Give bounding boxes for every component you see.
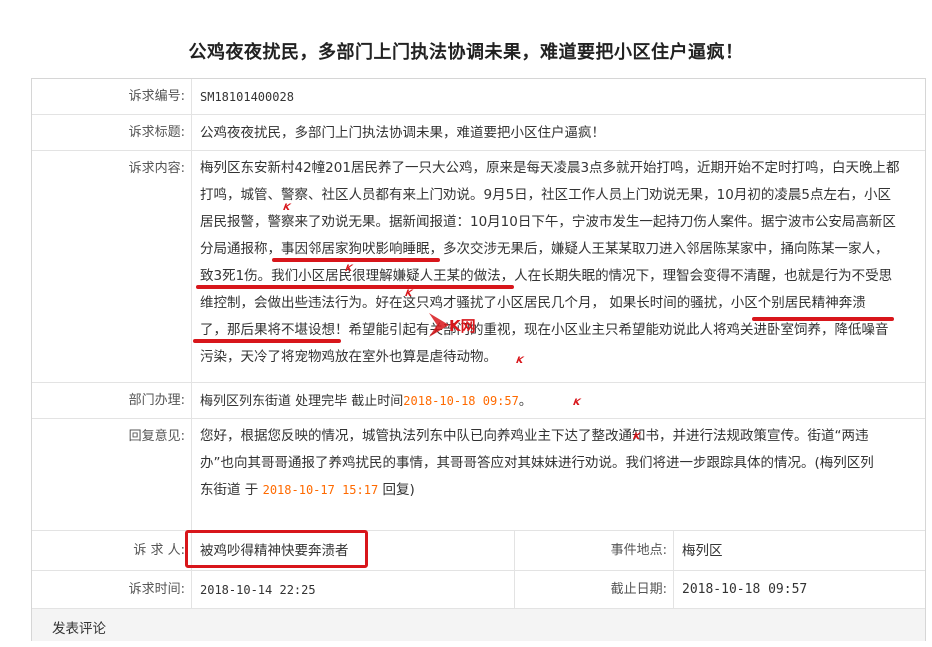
petitioner-highlight-box	[185, 530, 368, 568]
content-line: 打鸣，城管、警察、社区人员都有来上门劝说。9月5日，社区工作人员上门劝说无果，1…	[200, 187, 891, 203]
row-department-handling: 部门办理: 梅列区列东街道 处理完毕 截止时间2018-10-18 09:57。	[32, 383, 925, 419]
content-line: 梅列区东安新村42幢201居民养了一只大公鸡，原来是每天凌晨3点多就开始打鸣，近…	[200, 160, 900, 176]
row-petition-content: 诉求内容: 梅列区东安新村42幢201居民养了一只大公鸡，原来是每天凌晨3点多就…	[32, 151, 925, 383]
reply-tail-prefix: 东街道 于	[200, 482, 263, 498]
reply-text: 您好，根据您反映的情况，城管执法列东中队已向养鸡业主下达了整改通知书，并进行法规…	[200, 423, 915, 504]
watermark-logo-icon: K网	[429, 313, 476, 337]
content-line: 污染，天冷了将宠物鸡放在室外也算是虐待动物。	[200, 349, 497, 365]
row-petitioner-location: 诉 求 人: 被鸡吵得精神快要奔溃者 事件地点: 梅列区	[32, 531, 925, 571]
department-value: 梅列区列东街道 处理完毕 截止时间2018-10-18 09:57。	[200, 383, 915, 420]
post-comment-link[interactable]: 发表评论	[52, 617, 106, 637]
department-suffix: 。	[518, 394, 532, 409]
row-time-deadline: 诉求时间: 2018-10-14 22:25 截止日期: 2018-10-18 …	[32, 571, 925, 609]
petition-id-label: 诉求编号:	[32, 79, 192, 114]
comment-bar[interactable]: 发表评论	[32, 609, 925, 641]
department-status: 梅列区列东街道 处理完毕 截止时间	[200, 394, 404, 409]
reply-line-tail: 东街道 于 2018-10-17 15:17 回复)	[200, 477, 915, 504]
location-label: 事件地点:	[514, 531, 674, 570]
petition-id-value: SM18101400028	[200, 90, 294, 104]
reply-time: 2018-10-17 15:17	[262, 483, 379, 497]
petition-content-label: 诉求内容:	[32, 151, 192, 382]
content-line: 居民报警，警察来了劝说无果。据新闻报道：10月10日下午，宁波市发生一起持刀伤人…	[200, 214, 896, 230]
reply-label: 回复意见:	[32, 419, 192, 530]
red-underline-2	[196, 285, 514, 289]
location-value: 梅列区	[682, 543, 723, 559]
petition-detail-panel: 诉求编号: SM18101400028 诉求标题: 公鸡夜夜扰民，多部门上门执法…	[31, 78, 926, 641]
red-underline-3	[752, 317, 894, 321]
row-petition-id: 诉求编号: SM18101400028	[32, 79, 925, 115]
content-line: 维控制，会做出些违法行为。好在这只鸡才骚扰了小区居民几个月， 如果长时间的骚扰，…	[200, 295, 866, 311]
watermark-logo-text: K网	[449, 317, 476, 335]
row-reply: 回复意见: 您好，根据您反映的情况，城管执法列东中队已向养鸡业主下达了整改通知书…	[32, 419, 925, 531]
petition-time-label: 诉求时间:	[32, 571, 192, 608]
reply-line: 办”也向其哥哥通报了养鸡扰民的事情，其哥哥答应对其妹妹进行劝说。我们将进一步跟踪…	[200, 455, 874, 471]
row-petition-subject: 诉求标题: 公鸡夜夜扰民，多部门上门执法协调未果，难道要把小区住户逼疯！	[32, 115, 925, 151]
petition-subject-label: 诉求标题:	[32, 115, 192, 150]
deadline-label: 截止日期:	[514, 571, 674, 608]
reply-tail-suffix: 回复)	[378, 482, 415, 498]
reply-line: 您好，根据您反映的情况，城管执法列东中队已向养鸡业主下达了整改通知书，并进行法规…	[200, 428, 869, 444]
petitioner-label: 诉 求 人:	[32, 531, 192, 570]
red-underline-1	[272, 258, 440, 262]
department-label: 部门办理:	[32, 383, 192, 418]
deadline-value: 2018-10-18 09:57	[682, 582, 808, 597]
red-underline-4	[193, 339, 341, 343]
petition-subject-value: 公鸡夜夜扰民，多部门上门执法协调未果，难道要把小区住户逼疯！	[200, 125, 605, 141]
department-deadline-time: 2018-10-18 09:57	[403, 394, 519, 408]
page-title: 公鸡夜夜扰民，多部门上门执法协调未果，难道要把小区住户逼疯！	[188, 42, 744, 63]
